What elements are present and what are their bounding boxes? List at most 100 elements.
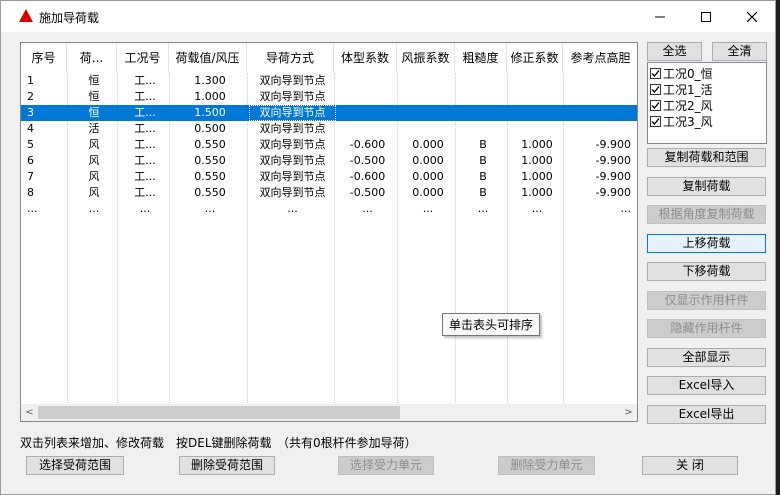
col-header-vibration[interactable]: 风振系数 <box>397 43 455 73</box>
scroll-left-arrow-icon[interactable]: < <box>21 404 38 421</box>
clear-all-button[interactable]: 全清 <box>712 42 767 61</box>
col-header-roughness[interactable]: 粗糙度 <box>455 43 507 73</box>
cell-vibration: 0.000 <box>412 170 444 183</box>
cell-value: 1.000 <box>194 90 226 103</box>
horizontal-scrollbar[interactable]: < > <box>21 404 637 421</box>
table-row[interactable]: 7 风 工... 0.550 双向导到节点 -0.600 0.000 B 1.000 -9.900 <box>21 169 637 185</box>
checkbox[interactable] <box>650 115 661 127</box>
col-header-mode[interactable]: 导荷方式 <box>247 43 334 73</box>
table-row[interactable]: .............................. <box>21 201 637 217</box>
checkbox[interactable] <box>650 67 661 79</box>
col-header-value[interactable]: 荷载值/风压 <box>169 43 247 73</box>
cell-no: 5 <box>27 138 34 151</box>
cell-roughness <box>457 89 509 105</box>
move-load-down-button[interactable]: 下移荷载 <box>647 262 766 281</box>
excel-import-button[interactable]: Excel导入 <box>647 376 766 395</box>
table-row[interactable]: 3 恒 工... 1.500 双向导到节点 <box>21 105 637 121</box>
cell-case: ... <box>139 202 151 215</box>
select-force-unit-button[interactable]: 选择受力单元 <box>338 456 434 475</box>
cell-shape <box>336 105 399 121</box>
select-all-button[interactable]: 全选 <box>647 42 702 61</box>
cell-value: 0.500 <box>194 122 226 135</box>
cell-ref-height: ... <box>620 202 632 215</box>
checkbox[interactable] <box>650 99 661 111</box>
cell-no: 6 <box>27 154 34 167</box>
table-row[interactable]: 4 活 工... 0.500 双向导到节点 <box>21 121 637 137</box>
minimize-button[interactable] <box>637 1 683 32</box>
show-all-button[interactable]: 全部显示 <box>647 348 766 367</box>
load-case-label: 工况2_风 <box>663 98 713 113</box>
cell-roughness <box>457 121 509 137</box>
load-table[interactable]: 序号 荷... 工况号 荷载值/风压 导荷方式 体型系数 风振系数 粗糙度 修正… <box>20 42 638 422</box>
table-row[interactable]: 5 风 工... 0.550 双向导到节点 -0.600 0.000 B 1.000 -9.900 <box>21 137 637 153</box>
col-header-ref-height[interactable]: 参考点高胆 <box>563 43 637 73</box>
copy-load-by-angle-button[interactable]: 根据角度复制荷载 <box>647 205 766 224</box>
load-case-item[interactable]: 工况0_恒 <box>650 65 713 81</box>
delete-force-unit-button[interactable]: 删除受力单元 <box>498 456 595 475</box>
load-case-item[interactable]: 工况3_风 <box>650 113 713 129</box>
cell-correction <box>509 121 565 137</box>
check-mark-icon <box>651 85 660 93</box>
cell-correction <box>509 105 565 121</box>
cell-roughness: B <box>479 186 487 199</box>
cell-vibration: ... <box>422 202 434 215</box>
delete-load-range-button[interactable]: 删除受荷范围 <box>179 456 275 475</box>
cell-ref-height <box>565 73 631 89</box>
hide-active-members-button[interactable]: 隐藏作用杆件 <box>647 319 766 338</box>
cell-no: ... <box>27 202 38 215</box>
move-load-up-button[interactable]: 上移荷载 <box>647 234 766 253</box>
cell-mode: 双向导到节点 <box>259 186 326 199</box>
cell-shape: -0.500 <box>349 154 386 167</box>
cell-ref-height: -9.900 <box>595 170 631 183</box>
cell-roughness <box>457 73 509 89</box>
scrollbar-thumb[interactable] <box>38 406 400 419</box>
col-header-correction[interactable]: 修正系数 <box>507 43 563 73</box>
table-row[interactable]: 2 恒 工... 1.000 双向导到节点 <box>21 89 637 105</box>
load-case-item[interactable]: 工况1_活 <box>650 81 713 97</box>
load-case-item[interactable]: 工况2_风 <box>650 97 713 113</box>
cell-ref-height: -9.900 <box>595 186 631 199</box>
col-header-type[interactable]: 荷... <box>67 43 117 73</box>
cell-correction <box>509 89 565 105</box>
copy-load-button[interactable]: 复制荷载 <box>647 177 766 196</box>
cell-no: 8 <box>27 186 34 199</box>
table-row[interactable]: 6 风 工... 0.550 双向导到节点 -0.500 0.000 B 1.000 -9.900 <box>21 153 637 169</box>
excel-export-button[interactable]: Excel导出 <box>647 405 766 424</box>
table-row[interactable]: 8 风 工... 0.550 双向导到节点 -0.500 0.000 B 1.000 -9.900 <box>21 185 637 201</box>
close-window-button[interactable] <box>729 1 775 32</box>
cell-shape: -0.500 <box>349 186 386 199</box>
checkbox[interactable] <box>650 83 661 95</box>
cell-ref-height <box>565 121 631 137</box>
maximize-button[interactable] <box>683 1 729 32</box>
load-case-label: 工况3_风 <box>663 114 713 129</box>
cell-roughness <box>457 105 509 121</box>
cell-ref-height: -9.900 <box>595 154 631 167</box>
cell-type: 风 <box>88 186 100 199</box>
copy-load-and-range-button[interactable]: 复制荷载和范围 <box>647 148 766 167</box>
cell-case: 工... <box>134 186 156 199</box>
cell-shape: -0.600 <box>349 170 386 183</box>
cell-value: 1.300 <box>194 74 226 87</box>
cell-no: 3 <box>27 106 34 119</box>
load-case-list: 工况0_恒 工况1_活 工况2_风 工况3_风 <box>647 62 767 144</box>
cell-no: 4 <box>27 122 34 135</box>
cell-mode: ... <box>287 202 298 215</box>
show-active-members-button[interactable]: 仅显示作用杆件 <box>647 291 766 310</box>
cell-no: 2 <box>27 90 34 103</box>
close-button[interactable]: 关 闭 <box>642 456 738 475</box>
col-header-no[interactable]: 序号 <box>21 43 67 73</box>
col-header-shape[interactable]: 体型系数 <box>334 43 397 73</box>
cell-value: 0.550 <box>194 170 226 183</box>
col-header-case[interactable]: 工况号 <box>117 43 169 73</box>
scroll-right-arrow-icon[interactable]: > <box>620 404 637 421</box>
table-row[interactable]: 1 恒 工... 1.300 双向导到节点 <box>21 73 637 89</box>
cell-value: 0.550 <box>194 154 226 167</box>
cell-correction: 1.000 <box>521 154 553 167</box>
cell-type: 风 <box>88 154 100 167</box>
cell-case: 工... <box>134 74 156 87</box>
cell-mode: 双向导到节点 <box>259 74 326 87</box>
select-load-range-button[interactable]: 选择受荷范围 <box>26 456 124 475</box>
cell-mode: 双向导到节点 <box>249 105 336 121</box>
cell-roughness: B <box>479 154 487 167</box>
cell-ref-height <box>565 89 631 105</box>
